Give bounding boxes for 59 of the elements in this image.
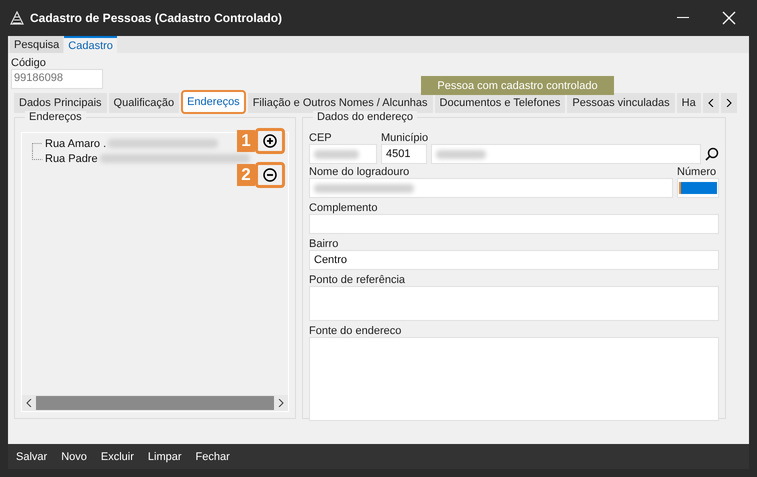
logo-icon xyxy=(10,11,24,25)
search-icon[interactable] xyxy=(705,147,719,161)
group-title: Dados do endereço xyxy=(313,111,418,123)
close-icon xyxy=(722,11,736,25)
scroll-right-button[interactable] xyxy=(720,93,737,113)
tab[interactable]: Filiação e Outros Nomes / Alcunhas xyxy=(248,93,433,113)
window-title: Cadastro de Pessoas (Cadastro Controlado) xyxy=(30,11,284,25)
blurred-text xyxy=(314,150,359,158)
tab[interactable]: Dados Principais xyxy=(14,93,107,113)
callout-number: 2 xyxy=(237,164,255,186)
field-label: CEP xyxy=(309,132,333,144)
toolbar-button[interactable]: Novo xyxy=(57,450,91,462)
field-label: Complemento xyxy=(309,202,378,214)
toolbar-button[interactable]: Excluir xyxy=(96,450,138,462)
tab[interactable]: Ha xyxy=(676,93,701,113)
status-banner: Pessoa com cadastro controlado xyxy=(421,76,614,95)
chevron-right-icon[interactable] xyxy=(278,399,284,407)
street-field[interactable] xyxy=(309,178,673,198)
field-label: Bairro xyxy=(309,238,340,250)
chevron-left-icon xyxy=(708,99,714,107)
city-code-field[interactable]: 4501 xyxy=(381,144,427,164)
tree-item[interactable]: Rua Amaro . xyxy=(45,138,106,150)
tree-line-icon xyxy=(32,151,43,160)
toolbar-button[interactable]: Limpar xyxy=(144,450,186,462)
tab[interactable]: Pesquisa xyxy=(10,36,64,53)
field-label: Município xyxy=(381,132,430,144)
plus-circle-icon xyxy=(263,134,277,148)
city-name-field[interactable] xyxy=(431,144,701,164)
minus-circle-icon xyxy=(263,168,277,182)
toolbar-button[interactable]: Fechar xyxy=(192,450,234,462)
group-title: Endereços xyxy=(25,111,86,123)
minimize-icon xyxy=(677,17,689,19)
code-field[interactable]: 99186098 xyxy=(11,69,103,89)
chevron-right-icon xyxy=(726,99,732,107)
field-label: Fonte do endereco xyxy=(309,325,402,337)
district-field[interactable]: Centro xyxy=(309,250,719,270)
field-label: Código xyxy=(11,57,47,69)
toolbar-button[interactable]: Salvar xyxy=(12,450,52,462)
reference-field[interactable] xyxy=(309,286,719,321)
complement-field[interactable] xyxy=(309,214,719,234)
add-button[interactable] xyxy=(255,128,285,154)
blurred-text xyxy=(436,150,486,158)
scroll-left-button[interactable] xyxy=(702,93,719,113)
tree-item[interactable]: Rua Padre xyxy=(45,152,98,164)
number-field[interactable] xyxy=(677,178,719,198)
callout-number: 1 xyxy=(237,130,255,152)
remove-button[interactable] xyxy=(255,162,285,188)
field-label: Nome do logradouro xyxy=(309,166,410,178)
tab[interactable]: Pessoas vinculadas xyxy=(567,93,675,113)
cep-field[interactable] xyxy=(309,144,377,164)
tab[interactable]: Endereços xyxy=(181,90,246,114)
chevron-left-icon[interactable] xyxy=(26,399,32,407)
tab[interactable]: Documentos e Telefones xyxy=(434,93,566,113)
source-field[interactable] xyxy=(309,337,719,421)
field-label: Número xyxy=(677,166,718,178)
field-label: Ponto de referência xyxy=(309,274,406,286)
tab[interactable]: Qualificação xyxy=(108,93,180,113)
horizontal-scrollbar[interactable] xyxy=(22,395,288,411)
tab[interactable]: Cadastro xyxy=(64,36,117,53)
